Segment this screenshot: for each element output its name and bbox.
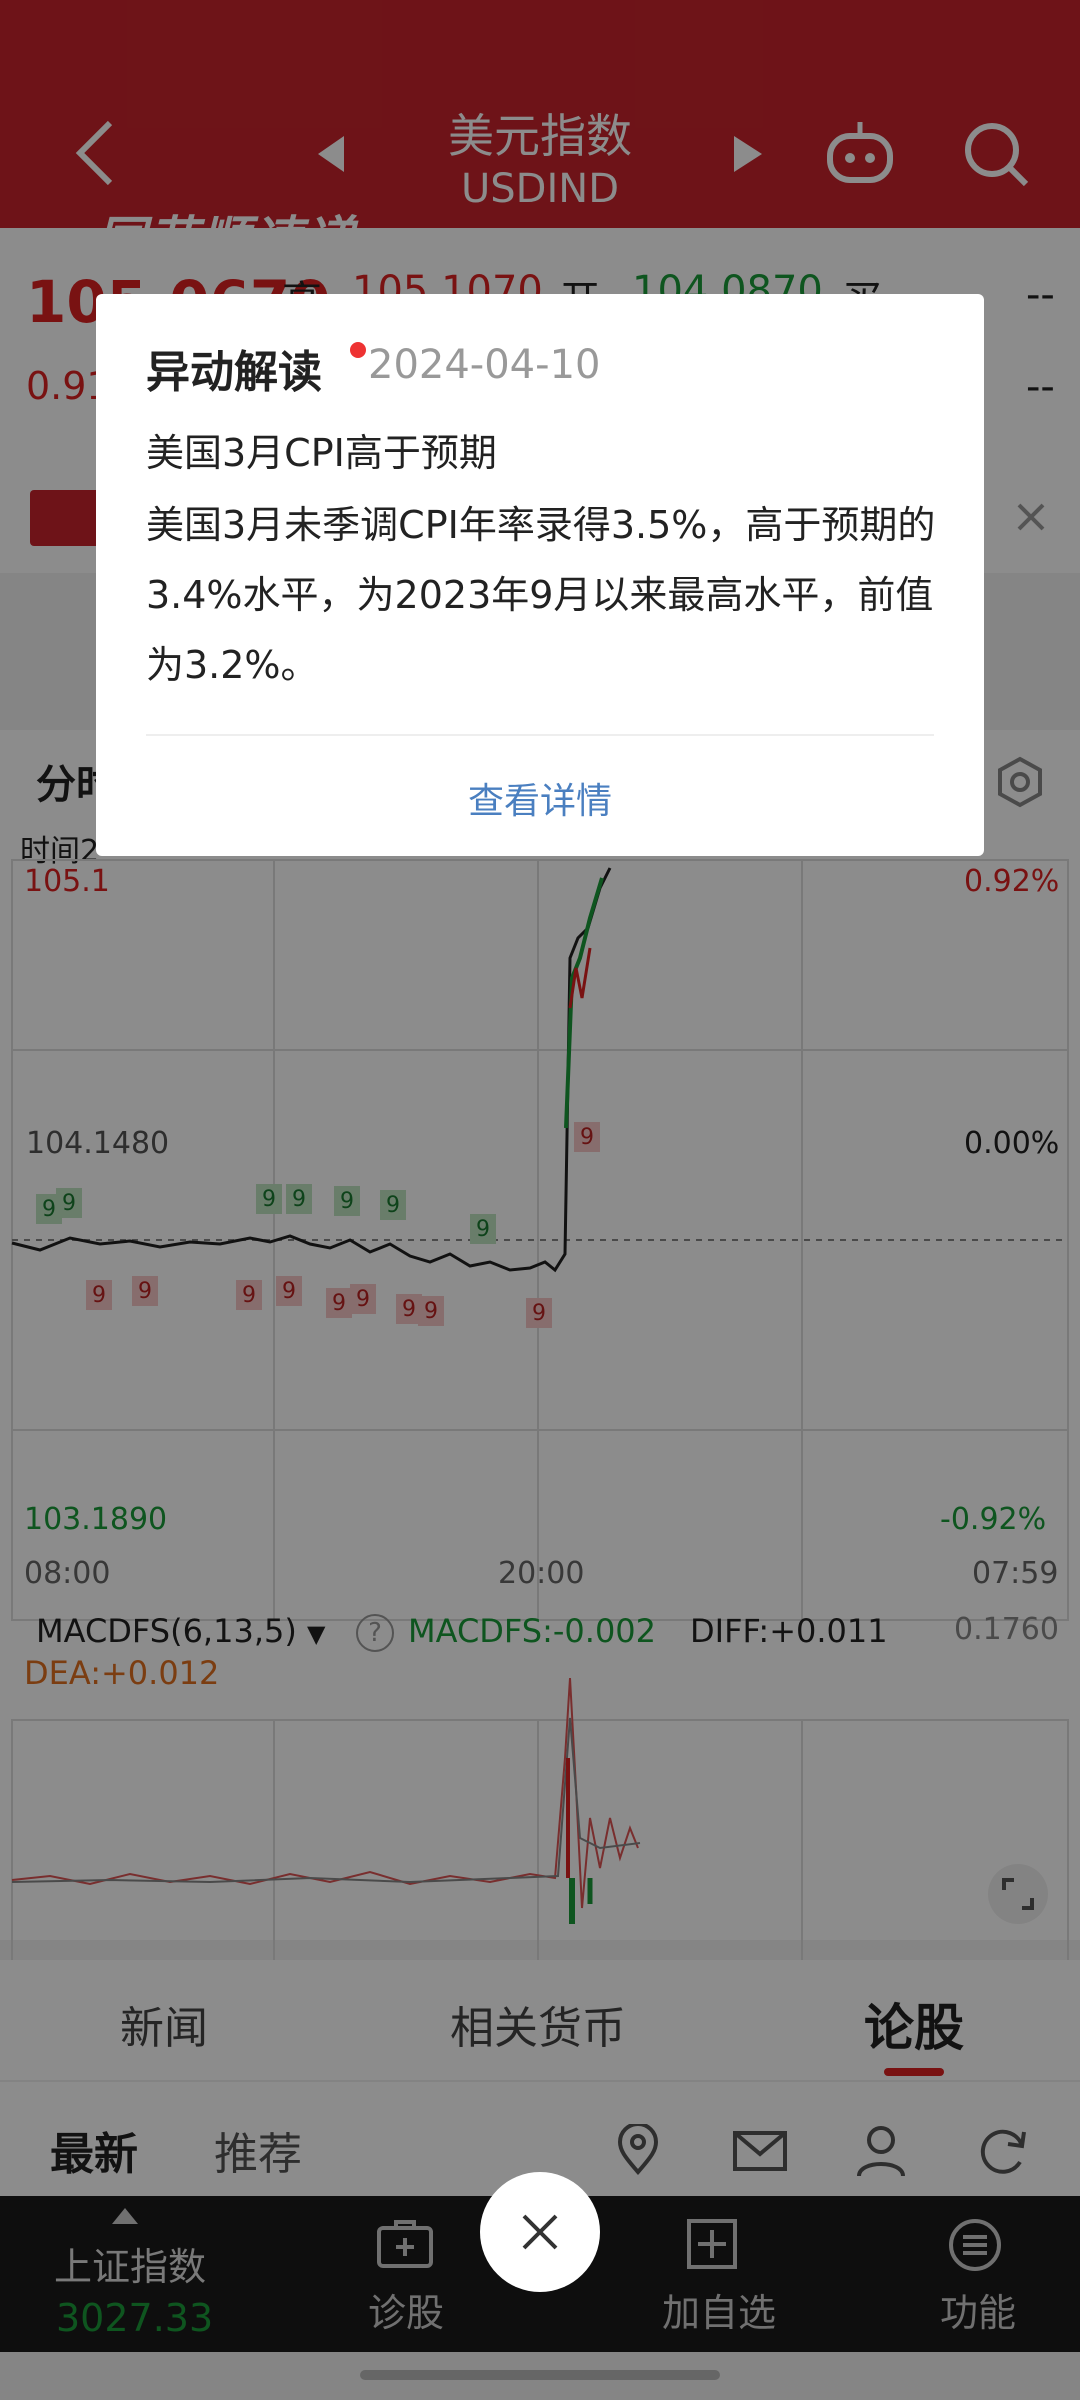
dialog-body: 美国3月未季调CPI年率录得3.5%，高于预期的3.4%水平，为2023年9月以… [146, 503, 936, 687]
dialog-date: 2024-04-10 [368, 342, 601, 388]
view-details-link[interactable]: 查看详情 [96, 772, 984, 824]
dialog-divider [146, 734, 934, 736]
alert-dialog: 异动解读 2024-04-10 美国3月CPI高于预期 美国3月未季调CPI年率… [96, 294, 984, 856]
unread-dot [350, 342, 366, 358]
dialog-title: 异动解读 [146, 347, 322, 398]
close-icon [520, 2212, 560, 2252]
close-dialog-button[interactable] [480, 2172, 600, 2292]
dialog-headline: 美国3月CPI高于预期 [146, 431, 497, 475]
